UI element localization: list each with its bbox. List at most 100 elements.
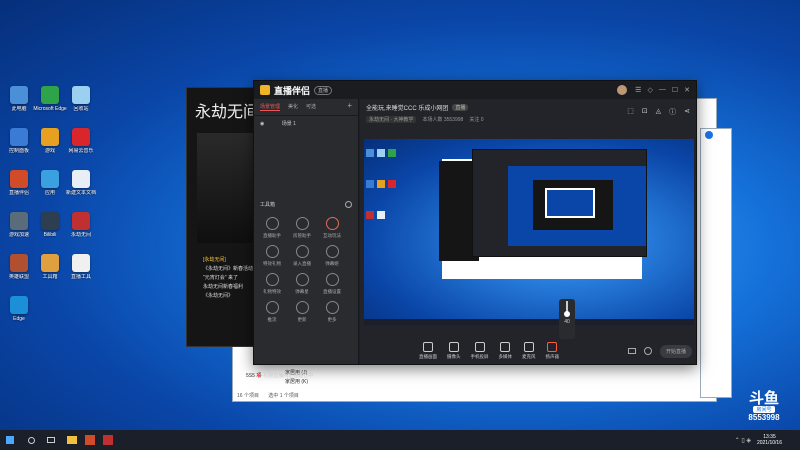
streaming-app-window[interactable]: 直播伴侣 直播 ☰ ◇ — ☐ ✕ 场景管理 美化 可选 + ◉ 场景 1 工具… (253, 80, 697, 379)
tool-label: 直播助手 (263, 233, 281, 238)
explorer-taskbar-icon[interactable] (67, 436, 77, 444)
game-taskbar-icon[interactable] (103, 435, 113, 445)
right-header-icons: ⬚ ⊡ ◬ ⓘ ⋖ (627, 107, 690, 117)
start-icon[interactable] (6, 436, 14, 444)
toolbox-item[interactable]: 录入直播 (287, 245, 317, 267)
toolbox-item[interactable]: 互动玩法 (317, 217, 347, 239)
tool-label: 特效礼物 (263, 261, 281, 266)
tool-icon (295, 217, 309, 230)
desktop-icon[interactable]: 此电脑 (2, 86, 36, 124)
toolbox-item[interactable]: 弹幕姬 (317, 245, 347, 267)
stream-preview[interactable] (364, 139, 694, 325)
control-icon (448, 342, 459, 352)
app-icon (41, 170, 59, 188)
desktop-icon-label: 此电脑 (11, 106, 27, 112)
toolbox-item[interactable]: 房管助手 (287, 217, 317, 239)
tray-icons[interactable]: ⌃ ▯ ◈ (735, 437, 751, 444)
control-button[interactable]: 手机投屏 (471, 342, 489, 360)
desktop-icon[interactable]: 英雄联盟 (2, 254, 36, 292)
tool-label: 录入直播 (293, 261, 311, 266)
app-title: 直播伴侣 (274, 85, 311, 96)
left-panel: 场景管理 美化 可选 + ◉ 场景 1 工具箱 直播助手 房管助手 互动玩法 特效礼物… (254, 99, 359, 379)
tool-icon (265, 273, 279, 286)
scene-row[interactable]: ◉ 场景 1 (254, 116, 358, 131)
control-button[interactable]: 扬声器 (546, 342, 559, 360)
app-icon (41, 212, 59, 230)
desktop-icon[interactable]: Edge (2, 296, 36, 334)
volume-knob[interactable] (564, 311, 570, 317)
desktop-icon[interactable]: 游戏 (33, 128, 67, 166)
tool-label: 推流 (267, 317, 277, 322)
app-icon (10, 296, 28, 314)
control-label: 摄像头 (447, 354, 461, 359)
taskview-icon[interactable] (47, 437, 55, 443)
control-label: 多媒体 (498, 354, 513, 359)
toolbox-item[interactable]: 更新 (287, 301, 317, 323)
desktop-icon[interactable]: 网易云音乐 (64, 128, 98, 166)
share-icon[interactable]: ⋖ (684, 107, 690, 117)
app-icon (10, 170, 28, 188)
desktop-icon[interactable]: 工具箱 (33, 254, 67, 292)
control-button[interactable]: 麦克风 (522, 342, 536, 360)
collapse-icon[interactable] (345, 201, 352, 208)
desktop-icon[interactable]: 直播伴侣 (2, 170, 36, 208)
avatar[interactable] (617, 85, 628, 95)
add-scene-icon[interactable]: + (347, 102, 352, 111)
tool-label: 更多 (327, 317, 337, 322)
tool-label: 互动玩法 (323, 233, 341, 238)
desktop-icon[interactable]: 回收站 (64, 86, 98, 124)
app-taskbar-icon[interactable] (85, 435, 95, 445)
close-icon[interactable]: ✕ (684, 86, 690, 94)
back-window-2[interactable] (700, 128, 732, 398)
desktop-icon[interactable]: 新建文本文档 (64, 170, 98, 208)
desktop-icon[interactable]: Bilibili (33, 212, 67, 250)
toolbox-item[interactable]: 特效礼物 (257, 245, 287, 267)
room-title[interactable]: 全能玩,来睡觉CCC 乐成小网团 (366, 103, 448, 112)
desktop-icon-label: 直播伴侣 (8, 190, 29, 196)
control-button[interactable]: 直播画面 (419, 342, 437, 360)
toolbox-item[interactable]: 直播助手 (257, 217, 287, 239)
desktop-icon-label: Bilibili (43, 232, 57, 238)
clock[interactable]: 13:35 2021/10/16 (757, 434, 782, 446)
toolbox-item[interactable]: 直播设置 (317, 273, 347, 295)
desktop-icon[interactable]: 永劫无间 (64, 212, 98, 250)
category-chip[interactable]: 永劫无间 · 大神教学 (366, 116, 417, 123)
shirt-icon[interactable]: ◇ (647, 86, 652, 94)
toolbox-item[interactable]: 礼物特效 (257, 273, 287, 295)
toolbox-item[interactable]: 更多 (317, 301, 347, 323)
settings-icon[interactable] (643, 347, 652, 355)
tool-icon (295, 301, 309, 314)
watermark-sub: 房间号 (753, 406, 775, 413)
tool-label: 礼物特效 (263, 289, 281, 294)
gift-icon[interactable]: ⬚ (627, 107, 634, 117)
camera-icon[interactable] (627, 348, 636, 354)
bell-icon[interactable]: ◬ (656, 107, 661, 117)
maximize-icon[interactable]: ☐ (672, 86, 678, 94)
desktop-icon[interactable]: 游戏加速 (2, 212, 36, 250)
minimize-icon[interactable]: — (659, 86, 666, 94)
tool-icon (265, 301, 279, 314)
menu-icon[interactable]: ☰ (635, 86, 641, 94)
list-item[interactable]: 家居用 (K) (285, 378, 357, 385)
desktop-icon[interactable]: Microsoft Edge (33, 86, 67, 124)
viewer-stat: 本场人数 3553998 (422, 117, 464, 123)
lock-icon[interactable]: ⊡ (642, 107, 648, 117)
toolbox-item[interactable]: 推流 (257, 301, 287, 323)
start-button[interactable]: 开始直播 (659, 344, 692, 358)
desktop-icon-label: Edge (13, 316, 25, 322)
tab-optional[interactable]: 可选 (306, 103, 316, 111)
desktop-icon[interactable]: 控制面板 (2, 128, 36, 166)
desktop-icon[interactable]: 应用 (33, 170, 67, 208)
search-icon[interactable] (28, 436, 35, 444)
app-icon (41, 86, 59, 104)
control-button[interactable]: 摄像头 (447, 342, 461, 360)
eye-icon[interactable]: ◉ (260, 121, 264, 127)
toolbox-item[interactable]: 弹幕星 (287, 273, 317, 295)
control-button[interactable]: 多媒体 (498, 342, 513, 360)
tab-scene[interactable]: 场景管理 (260, 103, 281, 111)
volume-popup[interactable]: 40 (559, 299, 575, 339)
tool-icon (295, 273, 309, 286)
info-icon[interactable]: ⓘ (669, 107, 676, 117)
desktop-icon[interactable]: 直播工具 (64, 254, 98, 292)
tab-beauty[interactable]: 美化 (288, 103, 298, 111)
